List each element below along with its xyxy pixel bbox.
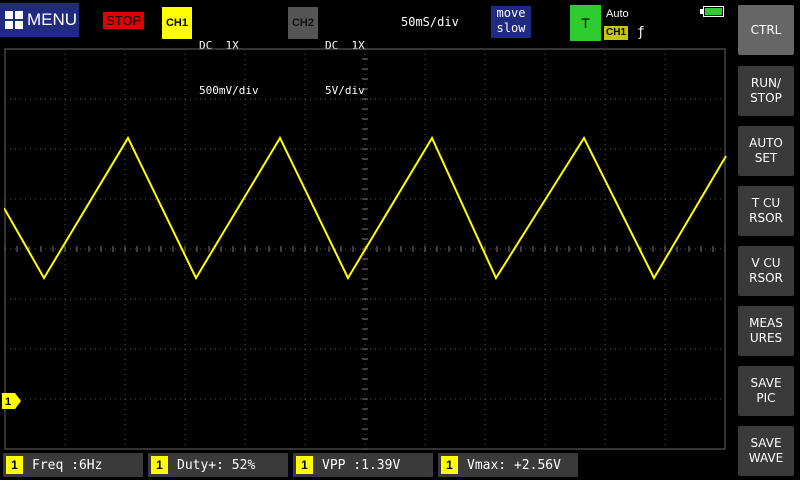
battery-icon bbox=[700, 6, 724, 17]
time-cursor-button[interactable]: T CU RSOR bbox=[738, 186, 794, 236]
ch1-marker-label: 1 bbox=[5, 396, 11, 408]
side-button-panel: CTRL RUN/ STOP AUTO SET T CU RSOR V CU R… bbox=[738, 0, 800, 480]
timebase-label[interactable]: 50mS/div bbox=[401, 15, 459, 29]
move-speed: slow bbox=[496, 21, 526, 35]
trigger-channel[interactable]: CH1 bbox=[604, 26, 629, 40]
measurement-value: Freq :6Hz bbox=[32, 457, 103, 473]
measurement-duty[interactable]: 1 Duty+: 52% bbox=[148, 453, 288, 477]
move-speed-button[interactable]: move slow bbox=[491, 6, 531, 38]
ctrl-button[interactable]: CTRL bbox=[738, 5, 794, 55]
measurement-value: VPP :1.39V bbox=[322, 457, 401, 473]
measurement-vmax[interactable]: 1 Vmax: +2.56V bbox=[438, 453, 578, 477]
volt-cursor-button[interactable]: V CU RSOR bbox=[738, 246, 794, 296]
trigger-badge[interactable]: T bbox=[570, 5, 601, 41]
measures-button[interactable]: MEAS URES bbox=[738, 306, 794, 356]
measurement-value: Vmax: +2.56V bbox=[467, 457, 561, 473]
battery-level bbox=[705, 8, 722, 15]
scope-display[interactable] bbox=[4, 48, 728, 450]
auto-set-button[interactable]: AUTO SET bbox=[738, 126, 794, 176]
trigger-slope-icon: ƒ bbox=[637, 25, 645, 40]
save-pic-button[interactable]: SAVE PIC bbox=[738, 366, 794, 416]
save-wave-button[interactable]: SAVE WAVE bbox=[738, 426, 794, 476]
measurement-channel-badge: 1 bbox=[151, 456, 168, 474]
measurement-vpp[interactable]: 1 VPP :1.39V bbox=[293, 453, 433, 477]
run-state-badge: STOP bbox=[103, 12, 145, 29]
trigger-mode[interactable]: Auto bbox=[606, 8, 629, 20]
menu-grid-icon bbox=[5, 11, 23, 29]
run-stop-button[interactable]: RUN/ STOP bbox=[738, 66, 794, 116]
measurement-channel-badge: 1 bbox=[6, 456, 23, 474]
measurement-channel-badge: 1 bbox=[296, 456, 313, 474]
ch1-level-marker[interactable]: 1 bbox=[2, 393, 22, 409]
battery-tip bbox=[700, 9, 703, 14]
ch1-badge[interactable]: CH1 bbox=[162, 7, 192, 39]
measurement-channel-badge: 1 bbox=[441, 456, 458, 474]
menu-label: MENU bbox=[27, 10, 78, 29]
move-label: move bbox=[496, 6, 526, 20]
ch2-badge[interactable]: CH2 bbox=[288, 7, 318, 39]
menu-button[interactable]: MENU bbox=[0, 3, 79, 37]
measurement-freq[interactable]: 1 Freq :6Hz bbox=[3, 453, 143, 477]
measurement-value: Duty+: 52% bbox=[177, 457, 256, 473]
